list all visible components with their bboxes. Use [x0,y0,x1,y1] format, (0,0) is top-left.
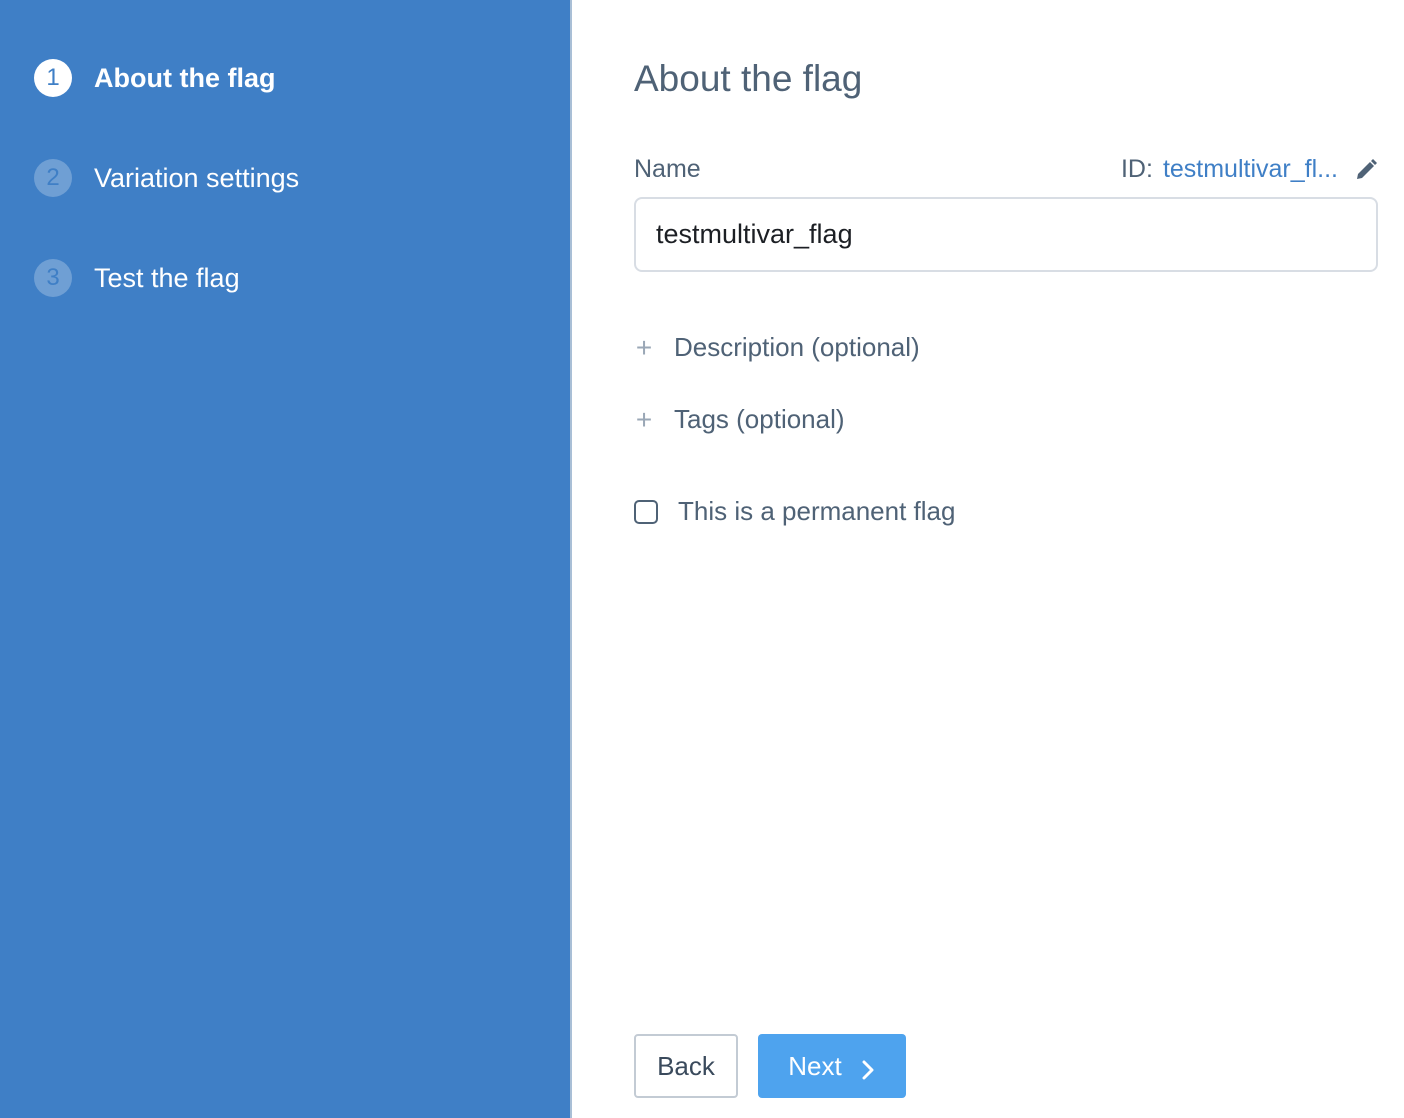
permanent-flag-label: This is a permanent flag [678,496,956,526]
step-about-the-flag[interactable]: 1 About the flag [34,58,275,98]
wizard-main-panel: About the flag Name ID: testmultivar_fl.… [574,0,1404,1118]
step-variation-settings[interactable]: 2 Variation settings [34,158,299,198]
step-number-1: 1 [34,59,72,97]
pencil-icon[interactable] [1354,158,1378,182]
plus-icon: + [635,403,653,435]
flag-id-row: ID: testmultivar_fl... [1121,155,1378,184]
name-input[interactable] [634,197,1378,272]
description-toggle-label: Description (optional) [674,332,920,362]
step-label-variation-settings: Variation settings [94,162,300,193]
step-label-test-the-flag: Test the flag [94,262,240,293]
back-button-label: Back [657,1050,715,1081]
permanent-flag-option[interactable]: This is a permanent flag [634,496,955,527]
tags-toggle[interactable]: + Tags (optional) [634,404,845,435]
step-number-2: 2 [34,159,72,197]
id-prefix: ID: [1120,155,1153,183]
step-number-3: 3 [34,259,72,297]
step-test-the-flag[interactable]: 3 Test the flag [34,258,240,298]
next-button[interactable]: Next [758,1034,906,1098]
name-label: Name [634,155,701,183]
chevron-right-icon [860,1056,876,1080]
plus-icon: + [635,331,653,363]
next-button-label: Next [788,1050,842,1081]
tags-toggle-label: Tags (optional) [674,404,845,434]
description-toggle[interactable]: + Description (optional) [634,332,920,363]
wizard-sidebar: 1 About the flag 2 Variation settings 3 … [0,0,572,1118]
permanent-flag-checkbox[interactable] [634,499,658,524]
step-label-about-the-flag: About the flag [94,62,276,93]
page-title: About the flag [634,58,863,99]
back-button[interactable]: Back [634,1034,738,1098]
flag-id-value[interactable]: testmultivar_fl... [1163,155,1338,184]
